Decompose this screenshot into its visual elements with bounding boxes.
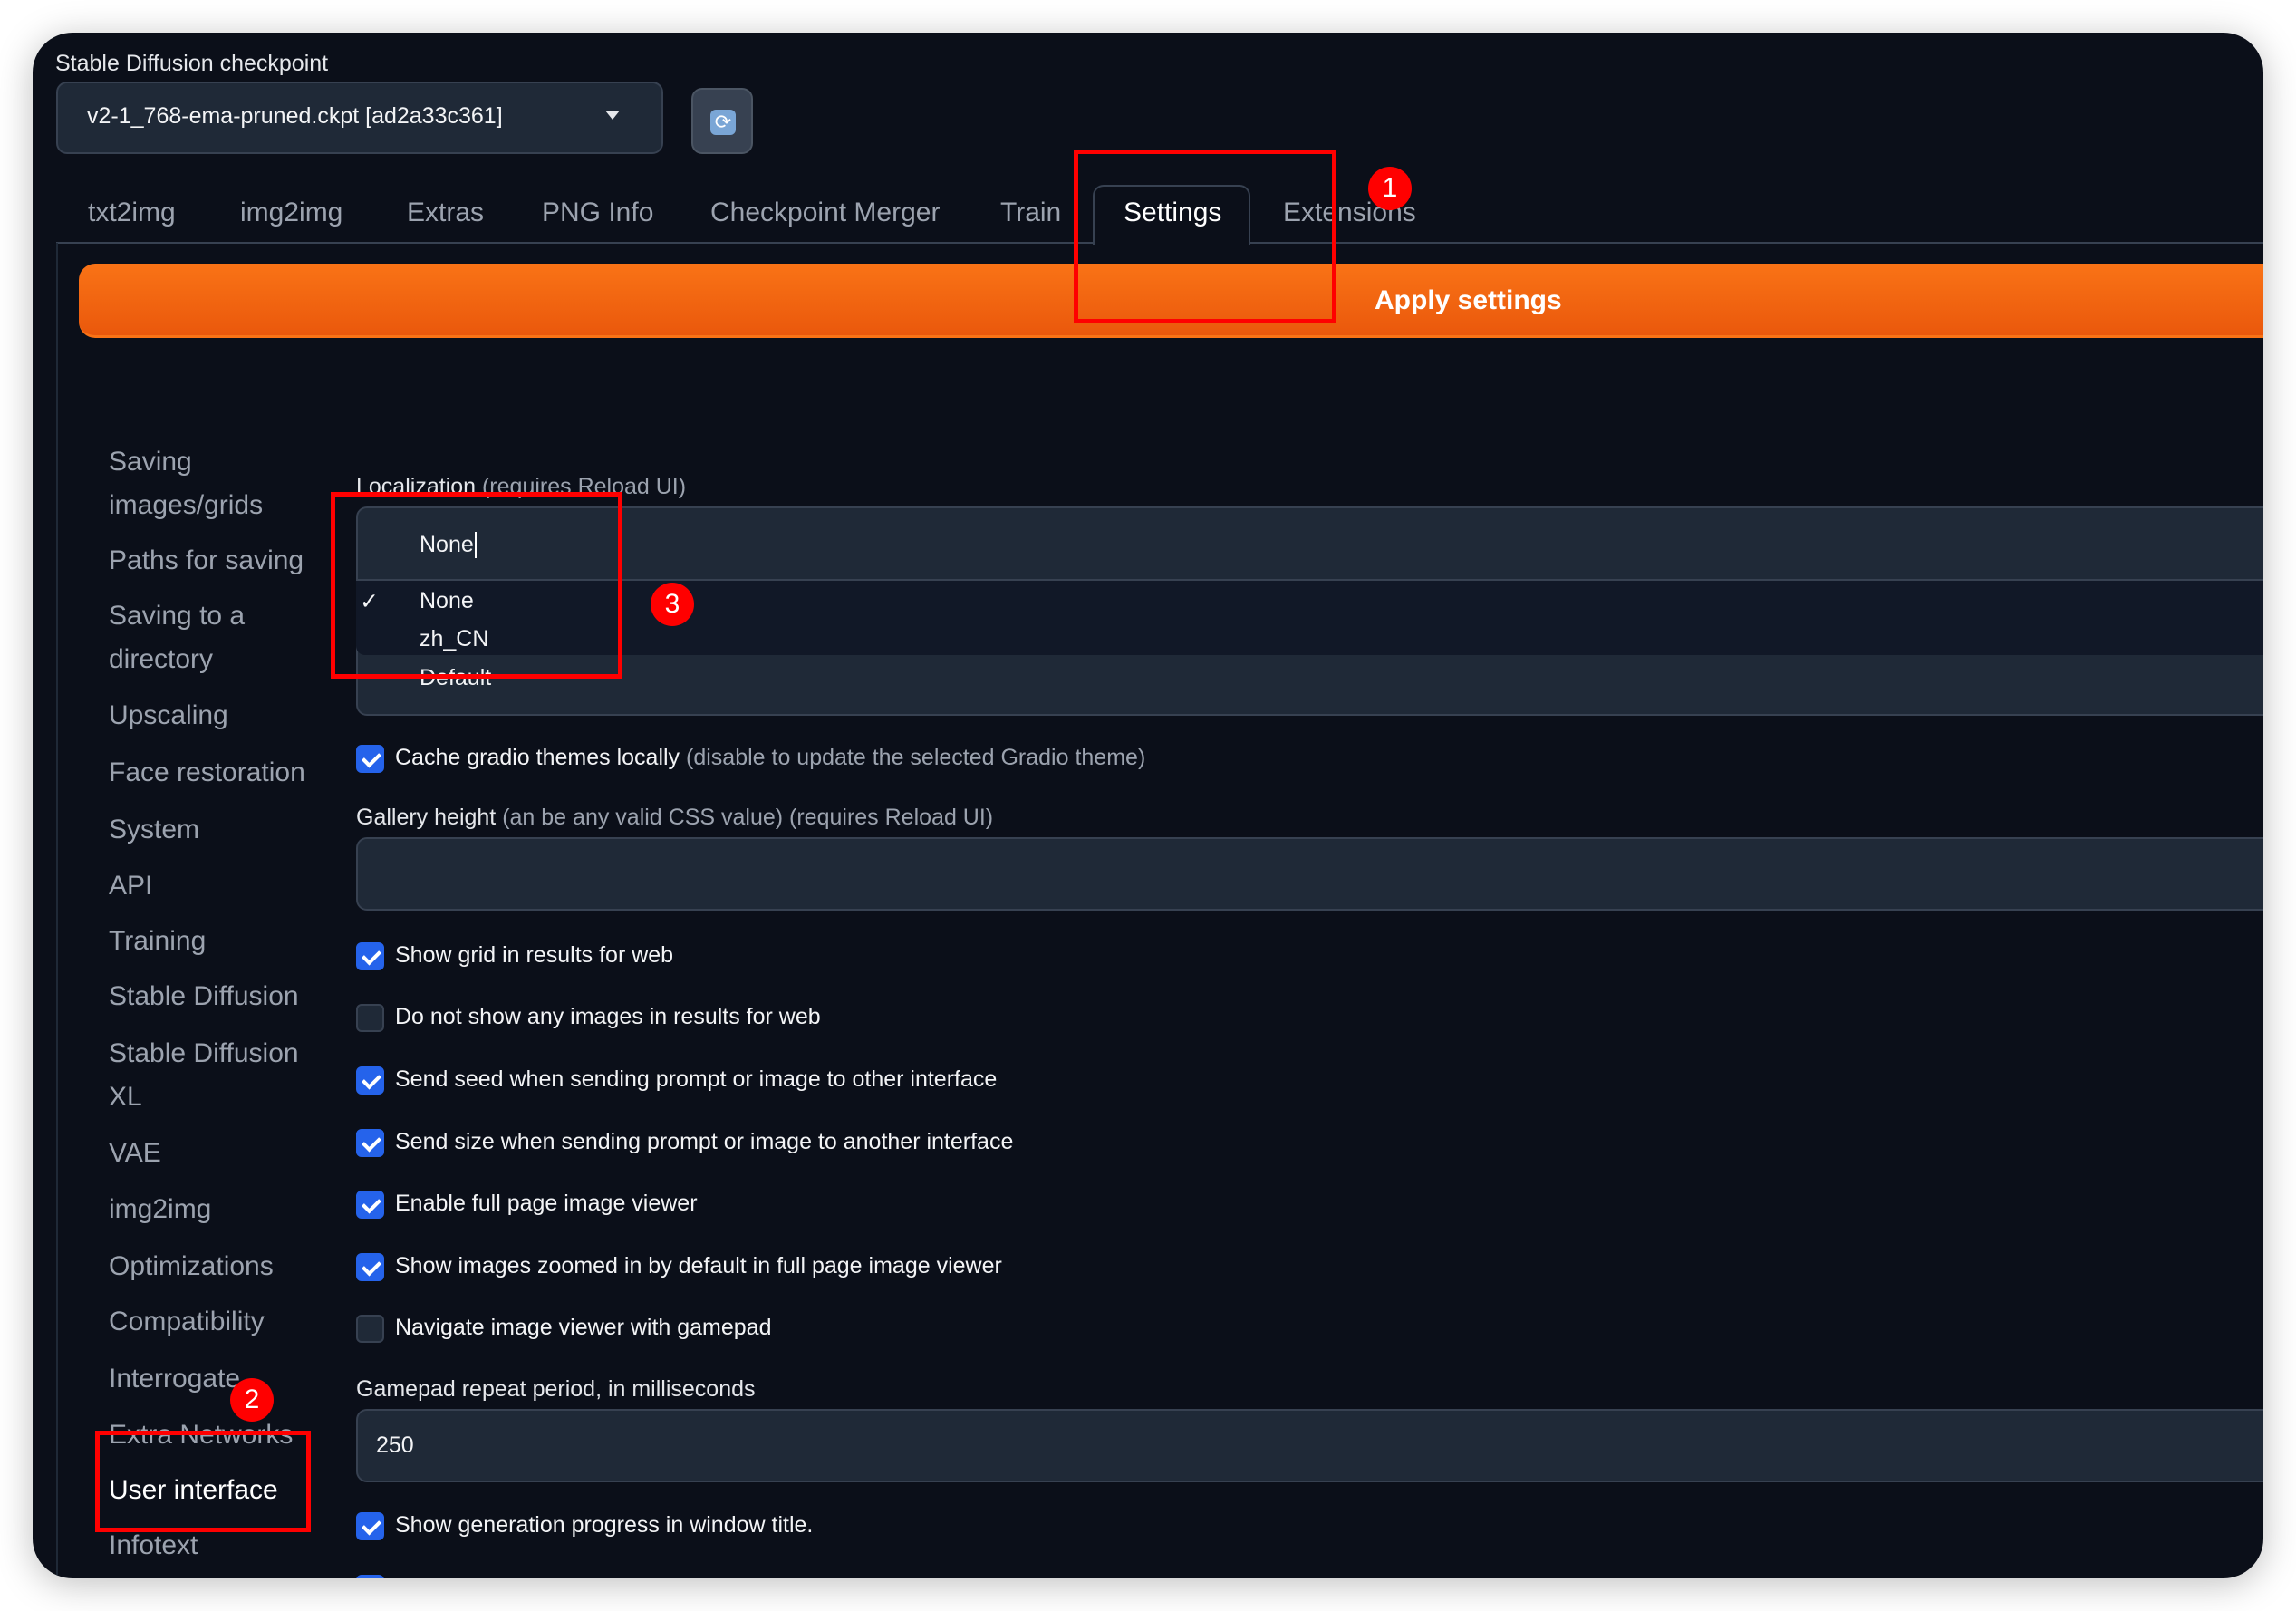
sidebar-item-optimizations[interactable]: Optimizations	[109, 1245, 274, 1288]
no-images-label: Do not show any images in results for we…	[395, 1004, 821, 1029]
sidebar-item-img2img[interactable]: img2img	[109, 1188, 211, 1231]
tab-png-info[interactable]: PNG Info	[542, 198, 653, 228]
sidebar-item-paths[interactable]: Paths for saving	[109, 539, 304, 583]
cache-themes-checkbox[interactable]	[356, 745, 384, 773]
localization-input[interactable]: None	[356, 506, 2263, 581]
send-size-label: Send size when sending prompt or image t…	[395, 1129, 1014, 1154]
send-seed-label: Send seed when sending prompt or image t…	[395, 1066, 998, 1092]
zoomed-default-checkbox[interactable]	[356, 1253, 384, 1281]
tab-extras[interactable]: Extras	[407, 198, 484, 228]
gallery-height-input[interactable]	[356, 837, 2263, 911]
send-seed-checkbox[interactable]	[356, 1066, 384, 1095]
gamepad-period-input[interactable]: 250	[356, 1409, 2263, 1482]
show-progress-checkbox[interactable]	[356, 1512, 384, 1540]
gamepad-period-value: 250	[376, 1433, 414, 1458]
send-size-checkbox[interactable]	[356, 1129, 384, 1157]
chevron-down-icon	[605, 111, 620, 120]
show-grid-label: Show grid in results for web	[395, 942, 674, 968]
refresh-icon: ⟳	[710, 110, 736, 135]
sidebar-item-api[interactable]: API	[109, 864, 152, 908]
checkpoint-dropdown[interactable]: v2-1_768-ema-pruned.ckpt [ad2a33c361]	[56, 82, 663, 154]
annotation-badge-1: 1	[1368, 167, 1412, 210]
gallery-height-label: Gallery height (an be any valid CSS valu…	[356, 805, 994, 830]
annotation-box-3	[331, 492, 622, 679]
sidebar-item-compatibility[interactable]: Compatibility	[109, 1300, 265, 1344]
full-page-viewer-checkbox[interactable]	[356, 1191, 384, 1219]
sidebar-item-stable-diffusion[interactable]: Stable Diffusion	[109, 975, 299, 1018]
gamepad-nav-checkbox[interactable]	[356, 1315, 384, 1343]
annotation-badge-3: 3	[651, 583, 694, 626]
checkpoint-value: v2-1_768-ema-pruned.ckpt [ad2a33c361]	[87, 103, 503, 129]
gamepad-period-label: Gamepad repeat period, in milliseconds	[356, 1376, 756, 1402]
no-images-checkbox[interactable]	[356, 1004, 384, 1032]
annotation-box-2	[95, 1431, 311, 1532]
show-progress-label: Show generation progress in window title…	[395, 1512, 814, 1538]
show-grid-checkbox[interactable]	[356, 942, 384, 970]
sidebar-item-training[interactable]: Training	[109, 920, 206, 963]
apply-settings-label: Apply settings	[1375, 285, 1562, 315]
annotation-box-1	[1074, 150, 1336, 323]
sidebar-item-saving-images[interactable]: Saving images/grids	[109, 440, 326, 527]
cache-themes-label: Cache gradio themes locally (disable to …	[395, 745, 1146, 770]
sidebar-item-vae[interactable]: VAE	[109, 1132, 161, 1175]
tab-txt2img[interactable]: txt2img	[88, 198, 176, 228]
full-page-viewer-label: Enable full page image viewer	[395, 1191, 698, 1216]
sidebar-item-sdxl[interactable]: Stable Diffusion XL	[109, 1032, 317, 1119]
checkpoint-label: Stable Diffusion checkpoint	[55, 51, 329, 76]
panel-border	[56, 243, 58, 1578]
tab-train[interactable]: Train	[1000, 198, 1061, 228]
gamepad-nav-label: Navigate image viewer with gamepad	[395, 1315, 772, 1340]
sidebar-item-interrogate[interactable]: Interrogate	[109, 1357, 240, 1401]
zoomed-default-label: Show images zoomed in by default in full…	[395, 1253, 1002, 1278]
sidebar-item-upscaling[interactable]: Upscaling	[109, 694, 228, 738]
annotation-badge-2: 2	[230, 1378, 274, 1422]
next-checkbox-partial[interactable]	[356, 1575, 384, 1578]
localization-dropdown-list: ✓ None zh_CN	[356, 581, 2263, 655]
sidebar-item-face-restoration[interactable]: Face restoration	[109, 751, 305, 795]
tab-img2img[interactable]: img2img	[240, 198, 342, 228]
tab-checkpoint-merger[interactable]: Checkpoint Merger	[710, 198, 940, 228]
refresh-button[interactable]: ⟳	[691, 88, 753, 154]
sidebar-item-system[interactable]: System	[109, 808, 199, 852]
sidebar-item-saving-dir[interactable]: Saving to a directory	[109, 594, 290, 681]
